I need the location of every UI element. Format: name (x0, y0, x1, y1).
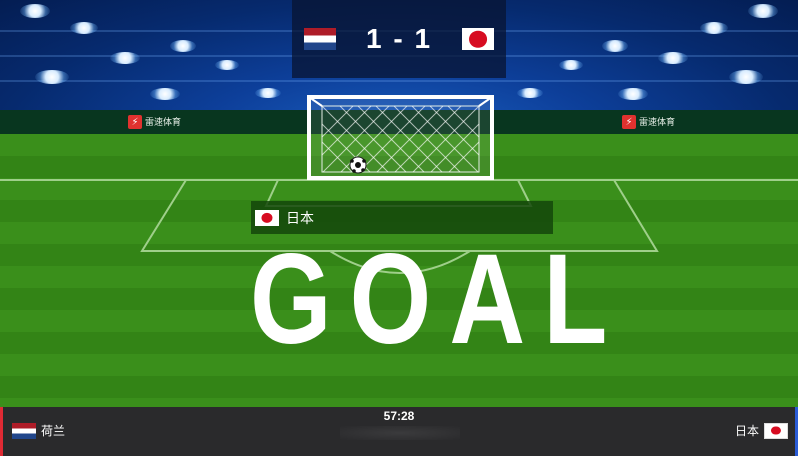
netherlands-flag-icon (12, 422, 36, 439)
match-animation-stage: ⚡ 雷速体育 ⚡ 雷速体育 1 - 1 日本 GOAL (0, 0, 798, 407)
scoreboard: 1 - 1 (292, 0, 506, 78)
event-indicator (340, 426, 460, 440)
netherlands-flag-icon (303, 28, 336, 50)
match-time: 57:28 (383, 409, 415, 423)
scoring-team-name: 日本 (286, 209, 314, 226)
japan-flag-icon (462, 28, 495, 50)
home-team: 荷兰 (12, 422, 65, 439)
japan-flag-icon (255, 209, 279, 226)
japan-flag-icon (764, 422, 788, 439)
score: 1 - 1 (365, 23, 433, 54)
away-team-name: 日本 (734, 424, 759, 438)
ball-icon (349, 156, 367, 174)
goal-net (307, 95, 494, 180)
home-team-name: 荷兰 (41, 424, 66, 438)
goal-headline: GOAL (250, 228, 626, 371)
away-team: 日本 (735, 422, 788, 439)
